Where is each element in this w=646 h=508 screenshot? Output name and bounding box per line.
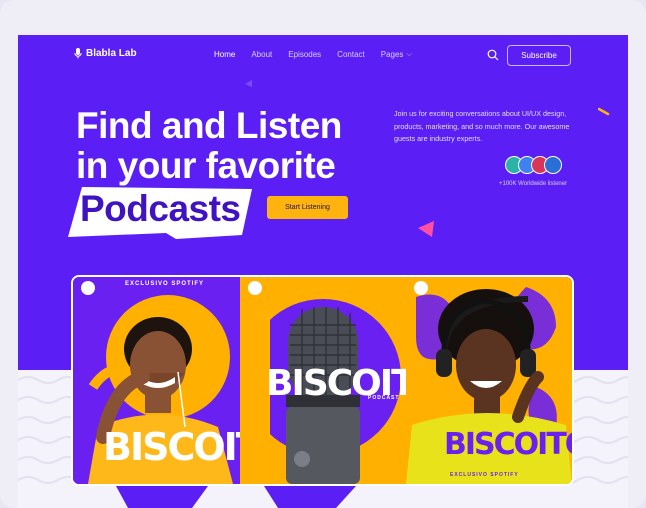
- hero-description: Join us for exciting conversations about…: [394, 109, 570, 143]
- hero-highlight: Podcasts: [66, 183, 256, 241]
- nav-episodes[interactable]: Episodes: [288, 50, 321, 59]
- nav-about[interactable]: About: [251, 50, 272, 59]
- subscribe-button[interactable]: Subscribe: [507, 45, 571, 66]
- top-navigation: Blabla Lab Home About Episodes Contact P…: [18, 35, 628, 75]
- logo[interactable]: Blabla Lab: [74, 48, 137, 59]
- spotify-icon: [414, 281, 428, 295]
- nav-pages-label: Pages: [380, 50, 404, 59]
- hero-title-line-3: Podcasts: [80, 188, 241, 229]
- brand-logo: BISCOITO: [444, 427, 572, 462]
- podcast-cards: EXCLUSIVO SPOTIFY BISCOITO: [71, 275, 574, 486]
- exclusive-tag: EXCLUSIVO SPOTIFY: [125, 281, 205, 287]
- browser-frame: Blabla Lab Home About Episodes Contact P…: [0, 0, 646, 508]
- chevron-down-icon: ⌵: [406, 50, 412, 58]
- nav-pages[interactable]: Pages ⌵: [381, 50, 412, 59]
- start-listening-button[interactable]: Start Listening: [267, 196, 348, 219]
- brand-logo: BISCOITO: [103, 425, 240, 469]
- search-icon[interactable]: [487, 49, 499, 61]
- spotify-icon: [81, 281, 95, 295]
- spotify-icon: [248, 281, 262, 295]
- exclusive-tag: EXCLUSIVO SPOTIFY: [450, 472, 519, 478]
- decor-triangle-pink: [418, 221, 434, 237]
- nav-home[interactable]: Home: [214, 50, 235, 59]
- decor-triangle-small: [245, 80, 252, 87]
- podcast-card-1[interactable]: EXCLUSIVO SPOTIFY BISCOITO: [73, 277, 240, 484]
- avatar: [544, 156, 562, 174]
- hero-title-line-2: in your favorite: [76, 145, 336, 186]
- mic-icon: [74, 48, 82, 59]
- bottom-decor: [116, 486, 356, 508]
- main-menu: Home About Episodes Contact Pages ⌵: [214, 50, 428, 59]
- listener-count: +100K Worldwide listener: [499, 181, 568, 187]
- website: Blabla Lab Home About Episodes Contact P…: [18, 35, 628, 508]
- brand-subtitle: PODCAST: [368, 395, 400, 401]
- listener-avatars: [505, 156, 575, 176]
- podcast-card-2[interactable]: BISCOITO PODCAST: [240, 277, 406, 484]
- podcast-card-3[interactable]: BISCOITO EXCLUSIVO SPOTIFY: [406, 277, 572, 484]
- decor-dash: [598, 107, 610, 116]
- hero-title-line-1: Find and Listen: [76, 105, 342, 146]
- nav-contact[interactable]: Contact: [337, 50, 365, 59]
- logo-text: Blabla Lab: [86, 48, 137, 59]
